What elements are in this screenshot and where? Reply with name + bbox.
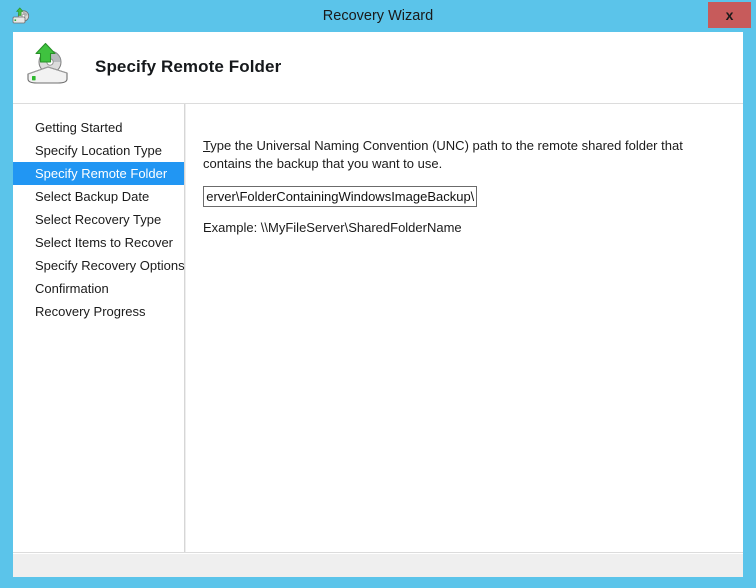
wizard-header: Specify Remote Folder (13, 32, 743, 104)
sidebar-item-select-backup-date[interactable]: Select Backup Date (13, 185, 184, 208)
instruction-body: ype the Universal Naming Convention (UNC… (203, 138, 683, 171)
title-bar[interactable]: Recovery Wizard x (0, 0, 756, 32)
sidebar-item-select-items-to-recover[interactable]: Select Items to Recover (13, 231, 184, 254)
content-panel: Type the Universal Naming Convention (UN… (186, 104, 743, 552)
recovery-wizard-window: Recovery Wizard x Specify Remote Folder (0, 0, 756, 588)
sidebar-item-recovery-progress[interactable]: Recovery Progress (13, 300, 184, 323)
window-title: Recovery Wizard (322, 8, 434, 24)
wizard-body: Getting Started Specify Location Type Sp… (13, 104, 743, 577)
sidebar-item-specify-recovery-options[interactable]: Specify Recovery Options (13, 254, 185, 277)
page-title: Specify Remote Folder (95, 57, 282, 76)
instruction-text: Type the Universal Naming Convention (UN… (203, 137, 723, 173)
client-area: Specify Remote Folder Getting Started Sp… (13, 32, 743, 577)
close-icon[interactable]: x (708, 2, 751, 28)
sidebar-item-select-recovery-type[interactable]: Select Recovery Type (13, 208, 184, 231)
sidebar-item-specify-location-type[interactable]: Specify Location Type (13, 139, 184, 162)
sidebar-item-confirmation[interactable]: Confirmation (13, 277, 184, 300)
sidebar-item-specify-remote-folder[interactable]: Specify Remote Folder (13, 162, 184, 185)
example-text: Example: \\MyFileServer\SharedFolderName (203, 220, 462, 235)
unc-path-input[interactable] (203, 186, 477, 207)
sidebar-item-getting-started[interactable]: Getting Started (13, 116, 184, 139)
button-bar: < Previous Next > Recover Cancel (13, 554, 743, 577)
wizard-steps-sidebar: Getting Started Specify Location Type Sp… (13, 104, 185, 552)
backup-disk-upload-icon (18, 40, 76, 96)
